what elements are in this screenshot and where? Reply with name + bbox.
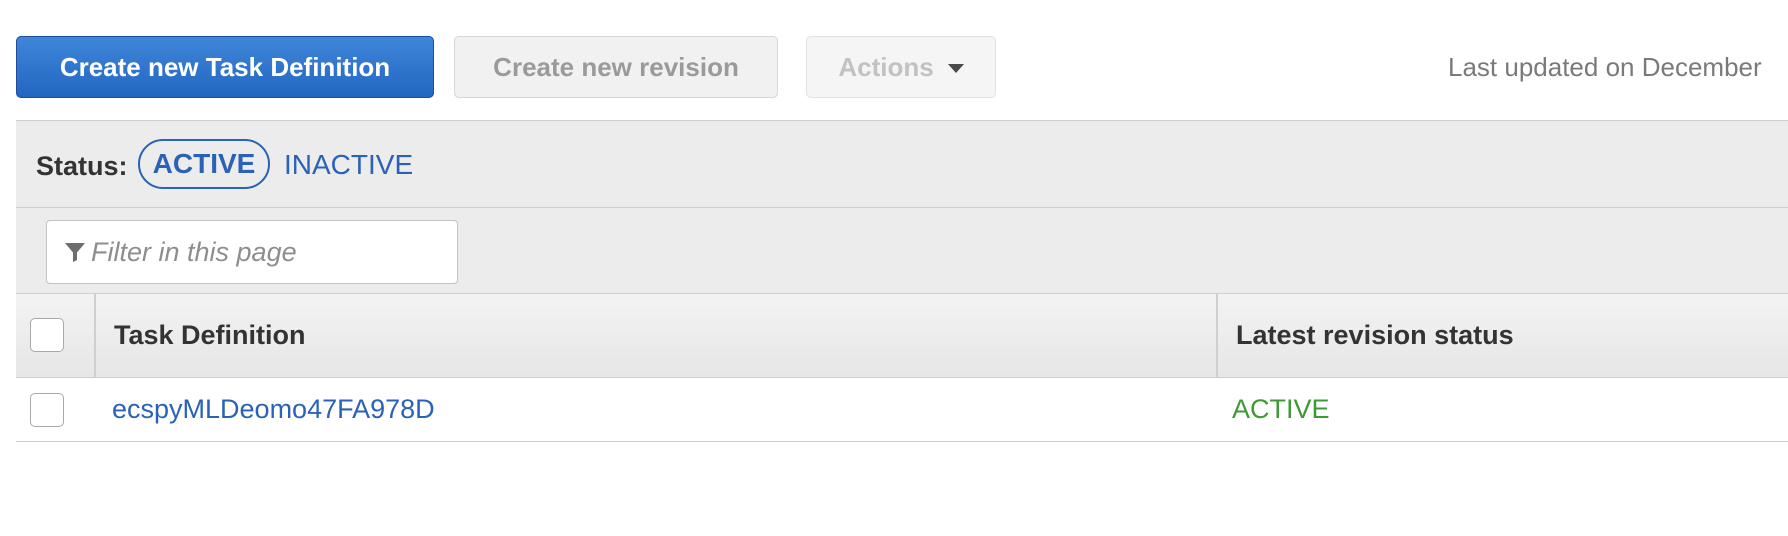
last-updated-text: Last updated on December <box>1448 52 1762 82</box>
filter-input[interactable] <box>91 221 457 283</box>
toolbar: Create new Task Definition Create new re… <box>0 0 1788 120</box>
filter-bar <box>16 208 1788 294</box>
create-revision-label: Create new revision <box>493 51 739 82</box>
revision-status-text: ACTIVE <box>1232 394 1330 424</box>
status-filter-bar: Status: ACTIVE INACTIVE <box>16 120 1788 208</box>
header-checkbox-cell <box>16 294 96 378</box>
column-header-task-definition[interactable]: Task Definition <box>114 320 306 351</box>
actions-dropdown-button[interactable]: Actions <box>806 36 996 98</box>
column-header-latest-revision-status[interactable]: Latest revision status <box>1236 320 1514 351</box>
table-row: ecspyMLDeomo47FA978D ACTIVE <box>16 378 1788 442</box>
create-task-definition-label: Create new Task Definition <box>59 51 391 82</box>
status-inactive-link[interactable]: INACTIVE <box>284 149 413 181</box>
select-all-checkbox[interactable] <box>30 318 64 352</box>
column-divider <box>1216 294 1218 378</box>
row-checkbox[interactable] <box>30 393 64 427</box>
task-definition-link[interactable]: ecspyMLDeomo47FA978D <box>112 394 435 425</box>
funnel-icon <box>65 243 85 262</box>
status-active-pill[interactable]: ACTIVE <box>138 139 270 189</box>
actions-label: Actions <box>838 51 934 82</box>
caret-down-icon <box>947 63 964 73</box>
status-label: Status: <box>36 151 128 181</box>
filter-field[interactable] <box>46 220 458 284</box>
status-active-label: ACTIVE <box>152 148 256 179</box>
table-header: Task Definition Latest revision status <box>16 294 1788 378</box>
task-definitions-page: Create new Task Definition Create new re… <box>0 0 1788 536</box>
create-task-definition-button[interactable]: Create new Task Definition <box>16 36 434 98</box>
create-revision-button[interactable]: Create new revision <box>454 36 778 98</box>
